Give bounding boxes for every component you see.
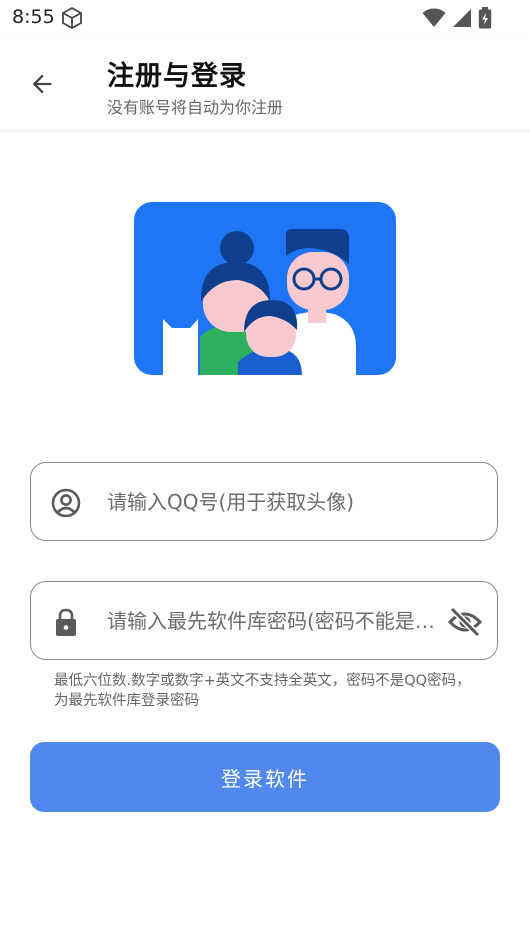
status-time: 8:55 [12, 6, 55, 28]
back-button[interactable] [22, 64, 62, 104]
page-subtitle: 没有账号将自动为你注册 [107, 98, 284, 117]
battery-icon [478, 7, 492, 29]
signal-icon [453, 9, 471, 27]
password-field[interactable] [30, 581, 498, 660]
lock-icon [56, 608, 76, 636]
status-bar: 8:55 [0, 0, 530, 36]
wifi-icon [422, 8, 446, 27]
back-arrow-icon [32, 74, 52, 94]
visibility-off-icon[interactable] [447, 604, 483, 640]
qq-field[interactable] [30, 462, 498, 541]
password-helper-text: 最低六位数.数字或数字+英文不支持全英文，密码不是QQ密码，为最先软件库登录密码 [54, 673, 471, 709]
account-circle-icon [51, 488, 81, 518]
status-icons [422, 7, 492, 29]
family-illustration [134, 202, 396, 375]
login-button[interactable]: 登录软件 [30, 742, 500, 812]
family-avatar-image [163, 229, 356, 375]
password-input[interactable] [107, 600, 439, 642]
qq-input[interactable] [107, 481, 437, 523]
page-title: 注册与登录 [107, 61, 247, 92]
cube-icon [62, 7, 82, 29]
app-bar: 注册与登录 没有账号将自动为你注册 [0, 36, 530, 130]
